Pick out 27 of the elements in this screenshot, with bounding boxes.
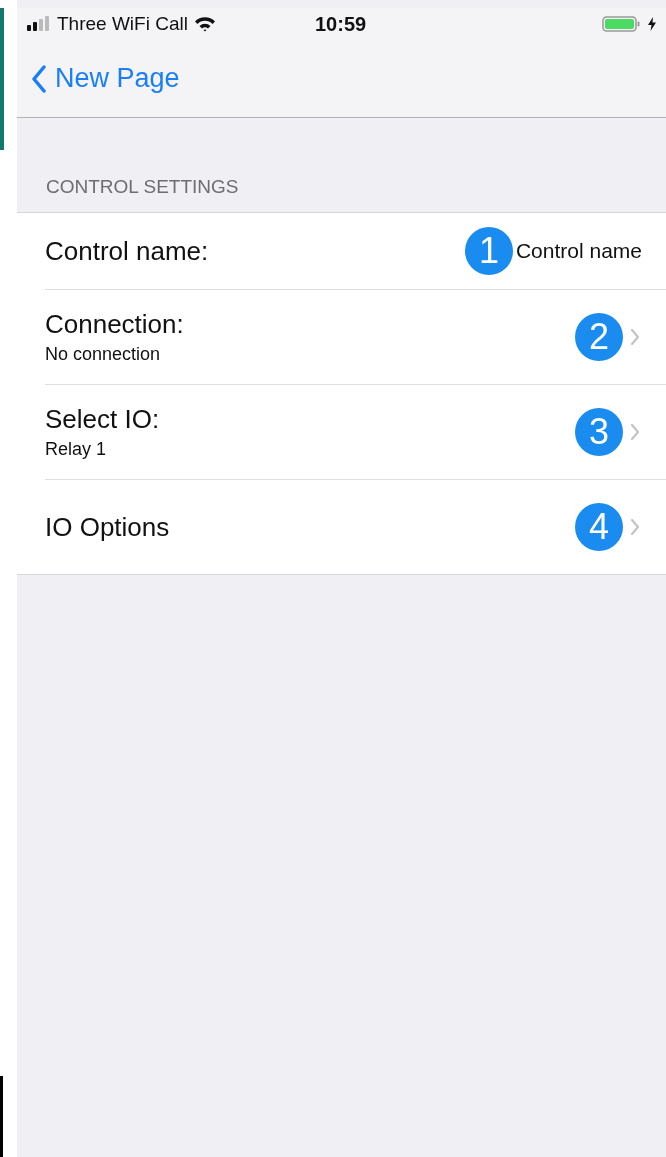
- settings-row[interactable]: Select IO: Relay 1 3: [45, 384, 666, 479]
- carrier-name: Three WiFi Call: [57, 13, 188, 35]
- chevron-right-icon: [630, 518, 640, 536]
- number-badge: 2: [575, 313, 623, 361]
- row-label: Select IO:: [45, 404, 160, 435]
- charging-bolt-icon: [648, 17, 656, 31]
- section-header: CONTROL SETTINGS: [45, 175, 240, 199]
- settings-row[interactable]: Control name: 1 Control name: [45, 213, 666, 289]
- back-button[interactable]: New Page: [31, 63, 180, 94]
- row-label: Control name:: [45, 235, 209, 267]
- number-badge: 3: [575, 408, 623, 456]
- chevron-right-icon: [630, 328, 640, 346]
- row-value: Control name: [515, 239, 642, 263]
- settings-row[interactable]: IO Options 4: [45, 479, 666, 574]
- battery-icon: [602, 16, 642, 32]
- chevron-left-icon: [31, 64, 47, 93]
- number-badge: 4: [575, 503, 623, 551]
- chevron-right-icon: [630, 423, 640, 441]
- row-detail: Relay 1: [45, 439, 108, 460]
- number-badge: 1: [464, 227, 513, 275]
- row-detail: No connection: [45, 344, 162, 365]
- settings-row[interactable]: Connection: No connection 2: [45, 289, 666, 384]
- row-label: IO Options: [45, 511, 170, 543]
- row-label: Connection:: [45, 309, 184, 340]
- wifi-icon: [193, 16, 216, 32]
- signal-icon: [27, 16, 51, 32]
- clock-time: 10:59: [315, 12, 367, 36]
